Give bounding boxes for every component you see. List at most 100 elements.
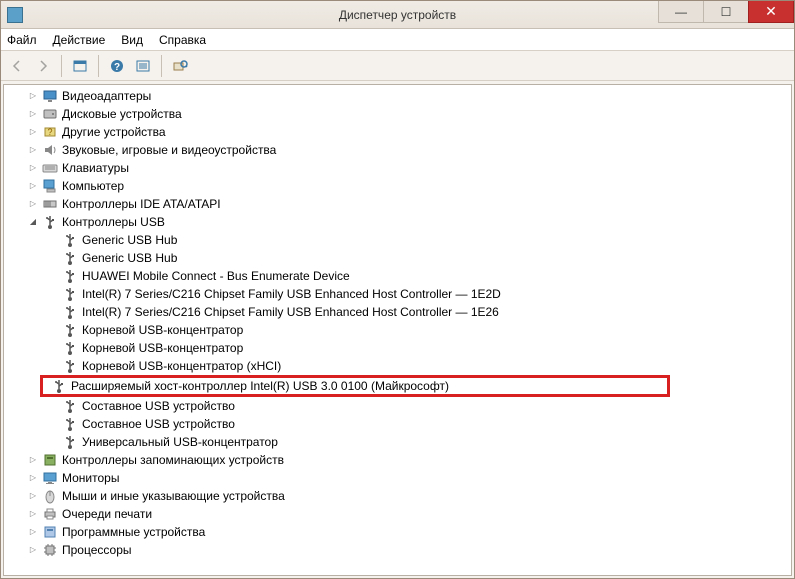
expander-icon[interactable] — [26, 87, 40, 105]
expander-icon[interactable] — [26, 505, 40, 523]
expander-icon[interactable] — [26, 195, 40, 213]
category-label: Контроллеры запоминающих устройств — [62, 451, 284, 469]
expander-icon[interactable] — [26, 451, 40, 469]
app-icon — [7, 7, 23, 23]
device-label: Intel(R) 7 Series/C216 Chipset Family US… — [82, 285, 501, 303]
usb-icon — [62, 286, 78, 302]
usb-icon — [62, 232, 78, 248]
tree-category[interactable]: Мыши и иные указывающие устройства — [12, 487, 791, 505]
tree-category[interactable]: ?Другие устройства — [12, 123, 791, 141]
category-label: Мыши и иные указывающие устройства — [62, 487, 285, 505]
category-label: Компьютер — [62, 177, 124, 195]
device-label: Корневой USB-концентратор — [82, 339, 243, 357]
category-label: Мониторы — [62, 469, 119, 487]
toolbar: ? — [1, 51, 794, 81]
category-label: Звуковые, игровые и видеоустройства — [62, 141, 276, 159]
tree-item[interactable]: Универсальный USB-концентратор — [12, 433, 791, 451]
titlebar[interactable]: Диспетчер устройств — ☐ ✕ — [1, 1, 794, 29]
tree-item[interactable]: Generic USB Hub — [12, 249, 791, 267]
tree-item[interactable]: Составное USB устройство — [12, 415, 791, 433]
tree-category[interactable]: Компьютер — [12, 177, 791, 195]
tree-category[interactable]: Видеоадаптеры — [12, 87, 791, 105]
maximize-button[interactable]: ☐ — [703, 1, 749, 23]
toolbar-separator — [161, 55, 162, 77]
mouse-icon — [42, 488, 58, 504]
expander-icon[interactable] — [26, 105, 40, 123]
device-label: Intel(R) 7 Series/C216 Chipset Family US… — [82, 303, 499, 321]
tree-item[interactable]: Intel(R) 7 Series/C216 Chipset Family US… — [12, 285, 791, 303]
menu-action[interactable]: Действие — [53, 33, 106, 47]
menu-view[interactable]: Вид — [121, 33, 143, 47]
print-icon — [42, 506, 58, 522]
menu-file[interactable]: Файл — [7, 33, 37, 47]
tree-item[interactable]: Корневой USB-концентратор — [12, 339, 791, 357]
back-button[interactable] — [5, 54, 29, 78]
highlighted-tree-item[interactable]: Расширяемый хост-контроллер Intel(R) USB… — [40, 375, 670, 397]
sound-icon — [42, 142, 58, 158]
expander-icon[interactable] — [26, 523, 40, 541]
usb-icon — [62, 398, 78, 414]
category-label: Процессоры — [62, 541, 132, 559]
close-button[interactable]: ✕ — [748, 1, 794, 23]
tree-view[interactable]: ВидеоадаптерыДисковые устройства?Другие … — [3, 84, 792, 576]
forward-button[interactable] — [31, 54, 55, 78]
category-label: Контроллеры USB — [62, 213, 165, 231]
tree-item[interactable]: HUAWEI Mobile Connect - Bus Enumerate De… — [12, 267, 791, 285]
scan-hardware-button[interactable] — [168, 54, 192, 78]
usb-icon — [62, 416, 78, 432]
expander-icon[interactable] — [26, 487, 40, 505]
device-label: Корневой USB-концентратор (xHCI) — [82, 357, 281, 375]
usb-icon — [62, 268, 78, 284]
properties-button[interactable] — [131, 54, 155, 78]
expander-icon[interactable] — [26, 141, 40, 159]
expander-icon[interactable] — [26, 177, 40, 195]
category-label: Дисковые устройства — [62, 105, 182, 123]
category-label: Клавиатуры — [62, 159, 129, 177]
software-icon — [42, 524, 58, 540]
tree-category[interactable]: Мониторы — [12, 469, 791, 487]
tree-category[interactable]: Клавиатуры — [12, 159, 791, 177]
tree-category[interactable]: Очереди печати — [12, 505, 791, 523]
tree-item[interactable]: Generic USB Hub — [12, 231, 791, 249]
usb-icon — [62, 250, 78, 266]
tree-category[interactable]: Дисковые устройства — [12, 105, 791, 123]
category-label: Программные устройства — [62, 523, 205, 541]
tree-category[interactable]: Контроллеры IDE ATA/ATAPI — [12, 195, 791, 213]
menu-help[interactable]: Справка — [159, 33, 206, 47]
tree-item[interactable]: Intel(R) 7 Series/C216 Chipset Family US… — [12, 303, 791, 321]
minimize-button[interactable]: — — [658, 1, 704, 23]
expander-icon[interactable] — [26, 469, 40, 487]
category-label: Очереди печати — [62, 505, 152, 523]
show-hidden-button[interactable] — [68, 54, 92, 78]
tree-category[interactable]: Звуковые, игровые и видеоустройства — [12, 141, 791, 159]
expander-icon[interactable] — [26, 123, 40, 141]
disk-icon — [42, 106, 58, 122]
tree-category[interactable]: Программные устройства — [12, 523, 791, 541]
display-icon — [42, 88, 58, 104]
content-wrap: ВидеоадаптерыДисковые устройства?Другие … — [1, 81, 794, 578]
device-label: Универсальный USB-концентратор — [82, 433, 278, 451]
tree-category[interactable]: Контроллеры USB — [12, 213, 791, 231]
help-button[interactable]: ? — [105, 54, 129, 78]
ide-icon — [42, 196, 58, 212]
usb-icon — [62, 434, 78, 450]
monitor-icon — [42, 470, 58, 486]
device-label: Составное USB устройство — [82, 415, 235, 433]
tree-category[interactable]: Процессоры — [12, 541, 791, 559]
usb-icon — [62, 340, 78, 356]
tree-item[interactable]: Составное USB устройство — [12, 397, 791, 415]
expander-icon[interactable] — [26, 541, 40, 559]
tree-item[interactable]: Корневой USB-концентратор (xHCI) — [12, 357, 791, 375]
expander-icon[interactable] — [26, 213, 40, 231]
tree-category[interactable]: Контроллеры запоминающих устройств — [12, 451, 791, 469]
usb-icon — [62, 358, 78, 374]
device-label: Составное USB устройство — [82, 397, 235, 415]
expander-icon[interactable] — [26, 159, 40, 177]
usb-icon — [51, 378, 67, 394]
window-title: Диспетчер устройств — [339, 8, 456, 22]
menubar: Файл Действие Вид Справка — [1, 29, 794, 51]
usb-icon — [42, 214, 58, 230]
usb-icon — [62, 304, 78, 320]
tree-item[interactable]: Корневой USB-концентратор — [12, 321, 791, 339]
svg-text:?: ? — [47, 127, 52, 137]
